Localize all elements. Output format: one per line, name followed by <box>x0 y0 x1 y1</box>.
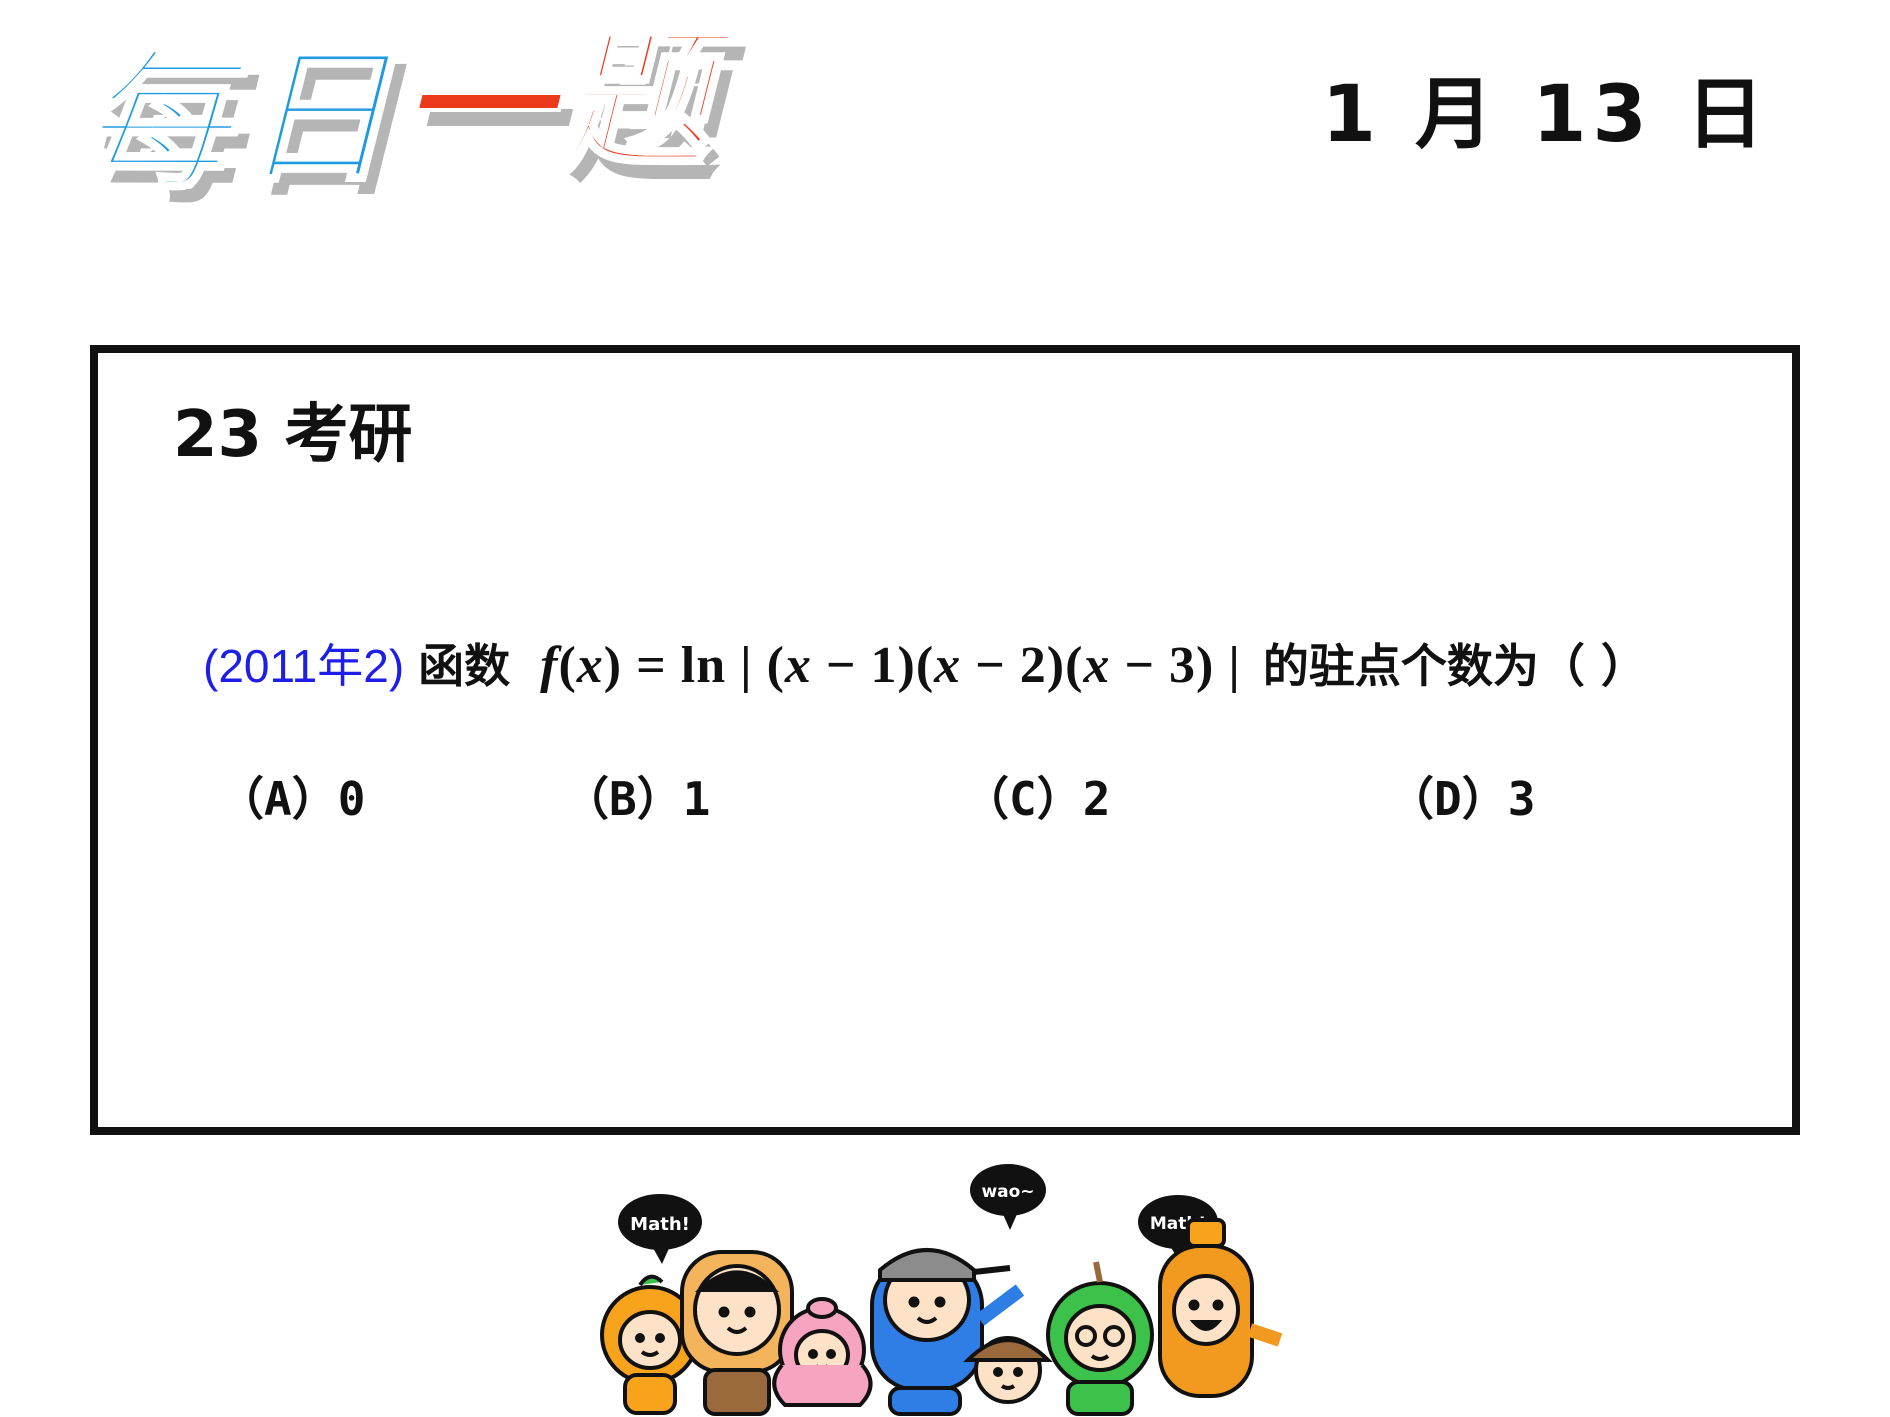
formula-part: ( <box>558 637 577 694</box>
speech-bubble-center: wao~ <box>970 1164 1046 1230</box>
exam-tag: 23 考研 <box>173 398 413 472</box>
logo-char-mei: 每 <box>78 36 232 210</box>
question-formula: f(x) = ln | (x − 1)(x − 2)(x − 3) | <box>540 635 1241 697</box>
logo-char-ti: 题 <box>558 14 712 188</box>
answer-options: （A）0 （B）1 （C）2 （D）3 <box>98 763 1792 833</box>
date-label: 1 月 13 日 <box>1321 70 1770 160</box>
formula-x: x <box>576 637 604 694</box>
option-c[interactable]: （C）2 <box>963 763 1110 829</box>
question-lead: 函数 <box>418 639 511 693</box>
logo-title: 每 日 一 题 每 日 一 题 <box>78 14 800 240</box>
explorer-mascot <box>963 1336 1053 1404</box>
question-source: (2011年2) <box>203 640 405 692</box>
bubble-text: Math! <box>630 1214 690 1235</box>
option-d[interactable]: （D）3 <box>1388 763 1535 829</box>
mascots-illustration: Math! wao~ Math! <box>600 1164 1283 1416</box>
question-stem: (2011年2) 函数 f(x) = ln | (x − 1)(x − 2)(x… <box>203 635 1763 697</box>
formula-part: − 2)( <box>961 637 1084 694</box>
formula-x: x <box>784 637 812 694</box>
logo-char-yi: 一 <box>398 22 552 196</box>
logo-char-ri: 日 <box>238 30 392 204</box>
speech-bubble-left: Math! <box>618 1194 702 1264</box>
option-b[interactable]: （B）1 <box>563 763 710 829</box>
formula-part: ) = ln | ( <box>603 637 785 694</box>
formula-part: − 3) | <box>1110 637 1241 694</box>
question-tail: 的驻点个数为（ ） <box>1262 639 1647 693</box>
bubble-text: wao~ <box>981 1182 1034 1202</box>
option-a[interactable]: （A）0 <box>218 763 365 829</box>
formula-x: x <box>1083 637 1111 694</box>
apple-mascot <box>1046 1261 1154 1416</box>
formula-f: f <box>540 637 559 694</box>
formula-part: − 1)( <box>811 637 935 694</box>
question-box: 23 考研 (2011年2) 函数 f(x) = ln | (x − 1)(x … <box>90 345 1800 1135</box>
formula-x: x <box>934 637 962 694</box>
